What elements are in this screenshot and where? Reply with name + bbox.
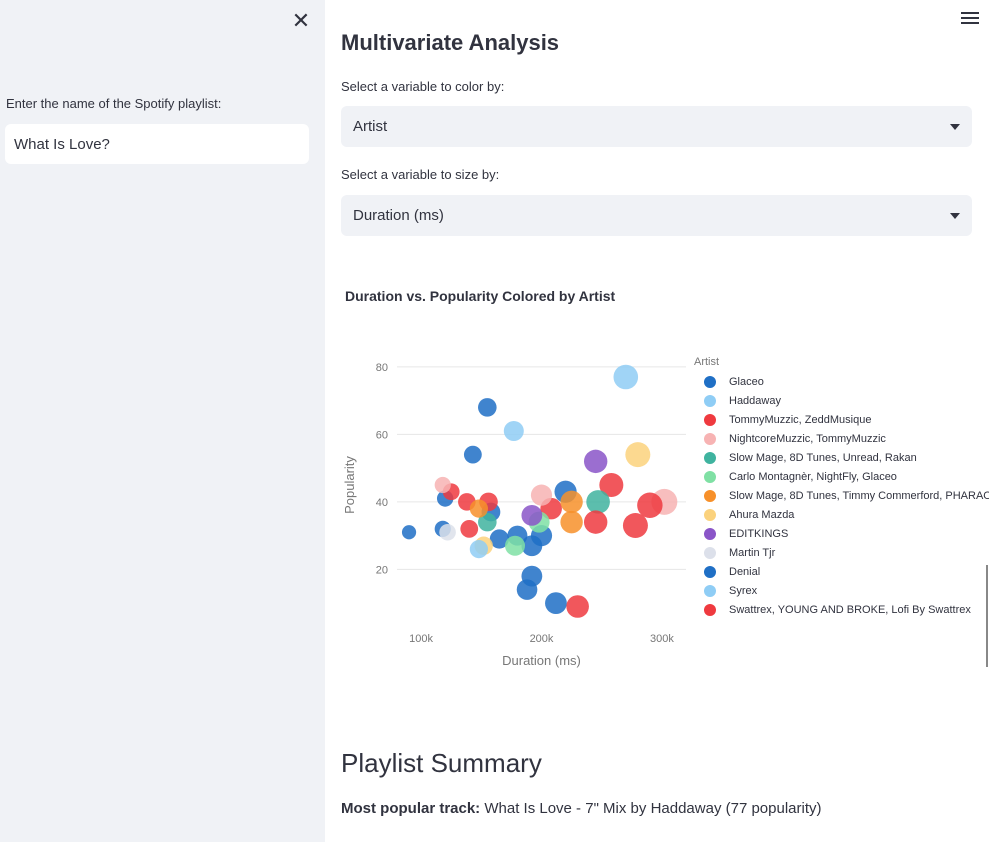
y-tick-label: 40 [376,497,388,509]
color-by-selected-value: Artist [353,118,388,135]
legend-label: Carlo Montagnèr, NightFly, Glaceo [729,470,897,483]
x-tick-label: 300k [650,633,674,645]
legend-label: NightcoreMuzzic, TommyMuzzic [729,432,886,445]
legend-item[interactable]: Swattrex, YOUNG AND BROKE, Lofi By Swatt… [694,600,989,619]
legend-marker [704,375,716,388]
legend-label: EDITKINGS [729,527,789,540]
data-point[interactable] [463,445,482,464]
chevron-down-icon [950,123,960,130]
color-by-select[interactable]: Artist [341,106,972,147]
data-point[interactable] [469,499,488,518]
legend-marker [704,584,716,597]
legend-marker [704,451,716,464]
legend-label: Syrex [729,584,758,597]
data-point[interactable] [622,513,648,538]
scatter-chart[interactable]: 20 40 60 80 100k 200k 300k Duration (ms) Popular… [325,340,695,680]
summary-title: Playlist Summary [341,748,542,778]
legend-item[interactable]: Denial [694,562,989,581]
y-tick-label: 60 [376,429,388,441]
legend-item[interactable]: Carlo Montagnèr, NightFly, Glaceo [694,467,989,486]
chart-title: Duration vs. Popularity Colored by Artis… [345,288,616,304]
data-point[interactable] [583,449,608,474]
legend-item[interactable]: Slow Mage, 8D Tunes, Timmy Commerford, P… [694,486,989,505]
legend-item[interactable]: Glaceo [694,372,989,391]
data-point[interactable] [460,519,479,538]
data-point[interactable] [625,442,651,468]
legend-item[interactable]: Slow Mage, 8D Tunes, Unread, Rakan [694,448,989,467]
data-point[interactable] [505,535,526,556]
x-tick-label: 100k [409,633,433,645]
y-tick-label: 20 [376,564,388,576]
data-point[interactable] [583,510,608,534]
data-point[interactable] [516,579,538,600]
legend-label: Glaceo [729,375,764,388]
y-axis-label: Popularity [342,456,357,514]
legend-item[interactable]: EDITKINGS [694,524,989,543]
chart-legend: Artist Glaceo Haddaway TommyMuzzic, ZeddMu… [694,356,989,619]
data-point[interactable] [637,492,663,518]
chevron-down-icon [950,212,960,219]
data-point[interactable] [566,595,589,618]
data-point[interactable] [503,421,524,441]
legend-marker [704,603,716,616]
data-point[interactable] [401,525,417,540]
legend-label: Denial [729,565,761,578]
legend-item[interactable]: Ahura Mazda [694,505,989,524]
data-point[interactable] [478,398,497,417]
most-popular-track: Most popular track: What Is Love - 7" Mi… [341,800,822,817]
legend-title: Artist [694,356,720,368]
legend-marker [704,546,716,559]
data-point[interactable] [560,490,583,514]
chart-scrollbar[interactable] [986,565,988,667]
legend-marker [704,527,716,540]
data-point[interactable] [469,540,488,559]
size-by-label: Select a variable to size by: [341,167,500,182]
legend-marker [704,508,716,521]
legend-marker [704,394,716,407]
most-popular-track-value: What Is Love - 7" Mix by Haddaway (77 po… [480,800,822,817]
legend-marker [704,489,716,502]
x-tick-label: 200k [530,633,554,645]
data-point[interactable] [545,592,567,615]
legend-item[interactable]: Martin Tjr [694,543,989,562]
data-point[interactable] [439,523,456,541]
legend-marker [704,413,716,426]
size-by-select[interactable]: Duration (ms) [341,195,972,236]
data-point[interactable] [530,484,553,506]
data-point[interactable] [560,510,583,534]
legend-label: Slow Mage, 8D Tunes, Timmy Commerford, P… [729,489,989,502]
legend-marker [704,565,716,578]
sidebar: ✕ Enter the name of the Spotify playlist… [0,0,325,842]
legend-label: Haddaway [729,394,781,407]
legend-label: Martin Tjr [729,546,776,559]
data-point[interactable] [586,490,610,514]
playlist-name-label: Enter the name of the Spotify playlist: [6,96,222,111]
legend-item[interactable]: NightcoreMuzzic, TommyMuzzic [694,429,989,448]
legend-item[interactable]: Haddaway [694,391,989,410]
legend-label: TommyMuzzic, ZeddMusique [729,413,872,426]
main-content: Multivariate Analysis Select a variable … [325,0,989,842]
data-point[interactable] [434,476,451,494]
playlist-name-input[interactable] [5,124,309,164]
legend-marker [704,432,716,445]
close-sidebar-button[interactable]: ✕ [290,10,312,32]
legend-label: Slow Mage, 8D Tunes, Unread, Rakan [729,451,917,464]
x-axis-label: Duration (ms) [502,653,581,668]
close-icon: ✕ [291,8,311,33]
size-by-selected-value: Duration (ms) [353,207,444,224]
legend-item[interactable]: TommyMuzzic, ZeddMusique [694,410,989,429]
color-by-label: Select a variable to color by: [341,79,505,94]
data-point[interactable] [613,364,639,390]
data-point[interactable] [521,504,543,526]
legend-label: Ahura Mazda [729,508,795,521]
y-tick-label: 80 [376,362,388,374]
section-title: Multivariate Analysis [341,30,560,55]
legend-item[interactable]: Syrex [694,581,989,600]
most-popular-track-label: Most popular track: [341,800,481,817]
legend-label: Swattrex, YOUNG AND BROKE, Lofi By Swatt… [729,603,971,616]
legend-marker [704,470,716,483]
